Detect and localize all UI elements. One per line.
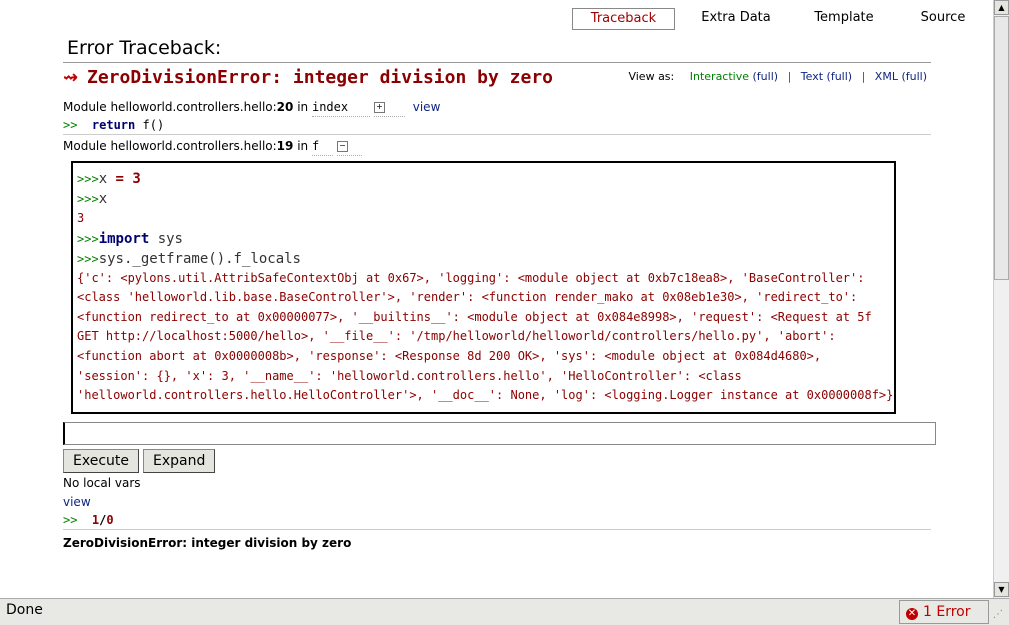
code-prompt: >> <box>63 512 78 527</box>
error-header: ⇝ ZeroDivisionError: integer division by… <box>63 66 931 92</box>
error-console-indicator[interactable]: ✕ 1 Error <box>899 600 989 624</box>
expand-toggle-wrap: + <box>373 98 405 117</box>
view-source-link[interactable]: view <box>413 100 441 114</box>
separator: | <box>787 70 792 83</box>
view-interactive-full-link[interactable]: (full) <box>753 70 779 83</box>
browser-viewport: Traceback Extra Data Template Source Err… <box>0 0 993 598</box>
console-keyword: import <box>98 230 150 247</box>
view-as-label: View as: <box>628 70 675 83</box>
in-label: in <box>297 100 309 114</box>
console-prompt: >>> <box>77 251 99 266</box>
console-input-line: >>>import sys <box>77 229 894 249</box>
frame-header-index: Module helloworld.controllers.hello:20 i… <box>63 98 931 117</box>
view-as-bar: View as: Interactive (full) | Text (full… <box>628 70 927 83</box>
tab-extra-data[interactable]: Extra Data <box>692 8 780 28</box>
module-name: Module helloworld.controllers.hello: <box>63 139 277 153</box>
console-code: x <box>98 191 108 207</box>
console-buttons: Execute Expand <box>63 448 931 473</box>
error-count: 1 Error <box>923 604 971 620</box>
code-keyword: return <box>91 118 136 132</box>
tab-bar: Traceback Extra Data Template Source <box>0 8 993 30</box>
console-input[interactable] <box>63 421 936 445</box>
console-output-line: 3 <box>77 211 85 225</box>
function-name: f <box>311 137 334 156</box>
scroll-down-arrow-icon[interactable]: ▼ <box>994 582 1009 597</box>
frame-code-line: >> 1/0 <box>63 511 931 529</box>
status-text: Done <box>6 602 43 618</box>
no-local-vars-text: No local vars <box>63 475 141 490</box>
view-xml-link[interactable]: XML <box>875 70 898 83</box>
separator: | <box>861 70 866 83</box>
scroll-up-arrow-icon[interactable]: ▲ <box>994 0 1009 15</box>
console-number: 3 <box>132 171 141 187</box>
view-link: view <box>63 494 931 511</box>
console-output-locals: {'c': <pylons.util.AttribSafeContextObj … <box>77 270 894 403</box>
error-circle-icon: ✕ <box>906 608 918 620</box>
console-input-line: >>>x <box>77 189 894 209</box>
resize-grip-icon[interactable]: ⋰ <box>993 609 1007 623</box>
expand-button[interactable]: Expand <box>143 448 216 473</box>
page-title: Error Traceback: <box>67 37 222 59</box>
console-prompt: >>> <box>77 231 99 246</box>
tab-template[interactable]: Template <box>800 8 888 28</box>
execute-button[interactable]: Execute <box>63 448 139 473</box>
console-code: sys._getframe().f_locals <box>98 250 301 267</box>
view-xml-full-link[interactable]: (full) <box>901 70 927 83</box>
squiggle-arrow-icon: ⇝ <box>63 67 79 88</box>
frame-code-line: >> return f() <box>63 116 931 134</box>
module-name: Module helloworld.controllers.hello: <box>63 100 277 114</box>
scrollbar-thumb[interactable] <box>994 16 1009 280</box>
view-text-full-link[interactable]: (full) <box>827 70 853 83</box>
tab-traceback[interactable]: Traceback <box>572 8 675 30</box>
console-code: sys <box>149 230 183 247</box>
frame-divider <box>63 528 931 530</box>
code-number: 0 <box>106 512 114 527</box>
view-text-link[interactable]: Text <box>801 70 823 83</box>
plus-icon[interactable]: + <box>373 102 385 113</box>
tab-source[interactable]: Source <box>900 8 986 28</box>
line-number: 20 <box>276 100 294 114</box>
collapse-toggle-wrap: − <box>337 137 363 156</box>
final-error-message: ZeroDivisionError: integer division by z… <box>63 535 352 550</box>
vertical-scrollbar[interactable]: ▲ ▼ <box>993 0 1009 598</box>
console-prompt: >>> <box>77 192 99 206</box>
code-text: f() <box>135 118 165 132</box>
console-prompt: >>> <box>77 172 99 186</box>
error-title: ZeroDivisionError: integer division by z… <box>87 67 553 88</box>
in-label: in <box>297 139 309 153</box>
console-input-line: >>>x = 3 <box>77 169 894 189</box>
console-input-line: >>>sys._getframe().f_locals <box>77 249 894 269</box>
interactive-console-output: >>>x = 3 >>>x 3 >>>import sys >>>sys._ge… <box>71 161 896 414</box>
console-code: x <box>98 171 108 187</box>
frame-header-f: Module helloworld.controllers.hello:19 i… <box>63 137 931 156</box>
view-source-link[interactable]: view <box>63 495 91 509</box>
title-divider <box>63 62 931 63</box>
frame-divider <box>63 134 931 135</box>
minus-icon[interactable]: − <box>337 141 349 152</box>
code-prompt: >> <box>63 118 78 132</box>
traceback-content: Error Traceback: ⇝ ZeroDivisionError: in… <box>63 34 936 550</box>
line-number: 19 <box>276 139 294 153</box>
function-name: index <box>311 98 371 117</box>
status-bar: Done ✕ 1 Error ⋰ <box>0 598 1009 625</box>
view-interactive-link[interactable]: Interactive <box>690 70 749 83</box>
console-operator: = <box>107 171 133 187</box>
